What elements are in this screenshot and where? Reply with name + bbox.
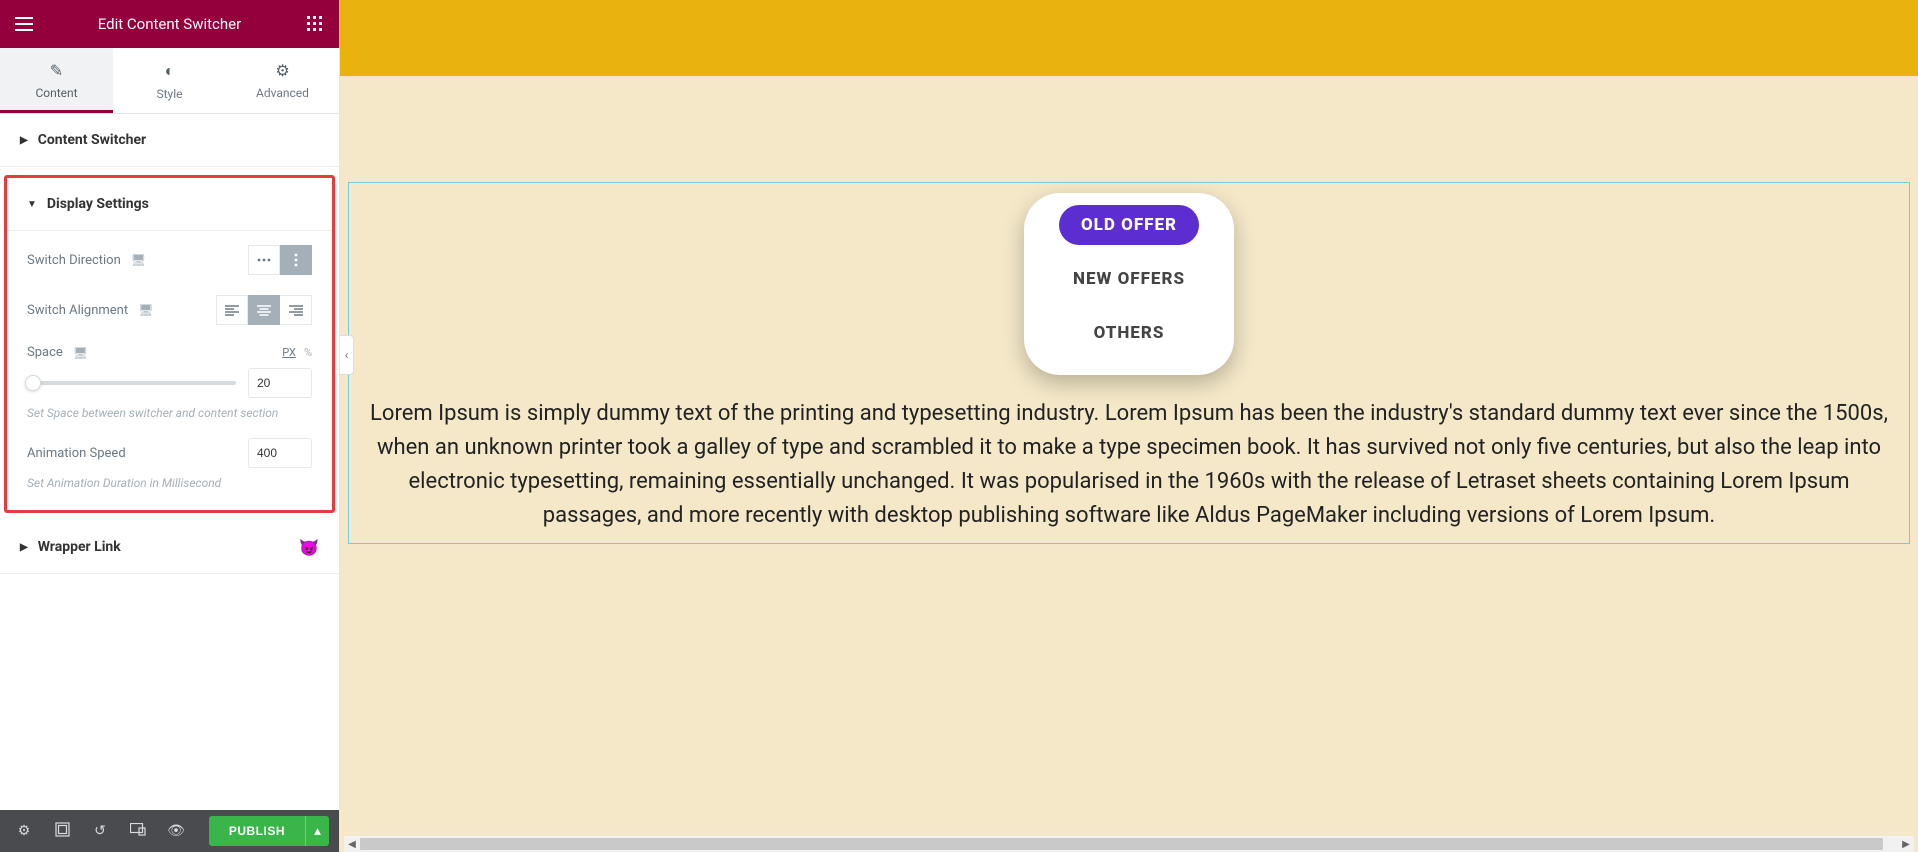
panel-title: Edit Content Switcher xyxy=(98,15,241,33)
space-row: Space 🖥 PX % xyxy=(27,345,312,360)
publish-button[interactable]: PUBLISH xyxy=(209,816,305,846)
sidebar: Edit Content Switcher ✎ Content ◐ Style … xyxy=(0,0,340,852)
section-title: Display Settings xyxy=(47,196,149,212)
pencil-icon: ✎ xyxy=(50,61,63,80)
space-input[interactable] xyxy=(248,368,312,398)
switch-alignment-row: Switch Alignment 🖥 xyxy=(27,295,312,325)
switch-direction-group xyxy=(248,245,312,275)
publish-options-button[interactable]: ▴ xyxy=(305,816,329,846)
direction-vertical-button[interactable] xyxy=(280,245,312,275)
tab-content[interactable]: ✎ Content xyxy=(0,48,113,113)
space-slider-row xyxy=(27,368,312,398)
unit-px[interactable]: PX xyxy=(282,346,296,359)
control-label: Animation Speed xyxy=(27,446,126,461)
caret-right-icon: ▶ xyxy=(20,135,28,146)
switcher-tab-old[interactable]: OLD OFFER xyxy=(1059,205,1199,245)
align-right-button[interactable] xyxy=(280,295,312,325)
gear-icon: ⚙ xyxy=(275,61,289,80)
desktop-icon[interactable]: 🖥 xyxy=(131,253,146,267)
space-hint: Set Space between switcher and content s… xyxy=(27,406,312,420)
control-label: Switch Alignment xyxy=(27,303,128,318)
animation-hint: Set Animation Duration in Millisecond xyxy=(27,476,312,490)
section-display-settings[interactable]: ▼ Display Settings xyxy=(7,178,332,231)
animation-speed-input[interactable] xyxy=(248,438,312,468)
scroll-right-icon[interactable]: ▶ xyxy=(1898,836,1914,852)
navigator-icon[interactable] xyxy=(48,822,76,841)
tab-label: Advanced xyxy=(256,86,309,100)
control-label: Space xyxy=(27,345,63,360)
switch-direction-row: Switch Direction 🖥 xyxy=(27,245,312,275)
editor-canvas: ‹ OLD OFFER NEW OFFERS OTHERS Lorem Ipsu… xyxy=(340,0,1918,852)
display-settings-body: Switch Direction 🖥 xyxy=(7,231,332,510)
menu-icon[interactable] xyxy=(14,14,34,34)
unit-selector: PX % xyxy=(282,346,312,359)
tab-style[interactable]: ◐ Style xyxy=(113,48,226,113)
sidebar-header: Edit Content Switcher xyxy=(0,0,339,48)
content-switcher-widget[interactable]: OLD OFFER NEW OFFERS OTHERS Lorem Ipsum … xyxy=(348,182,1910,544)
section-title: Wrapper Link xyxy=(38,539,121,555)
horizontal-scrollbar[interactable]: ◀ ▶ xyxy=(344,836,1914,852)
control-label: Switch Direction xyxy=(27,253,121,268)
caret-right-icon: ▶ xyxy=(20,542,28,553)
responsive-icon[interactable] xyxy=(124,823,152,840)
history-icon[interactable]: ↺ xyxy=(86,823,114,839)
section-wrapper-link[interactable]: ▶ Wrapper Link 😈 xyxy=(0,521,339,574)
scroll-thumb[interactable] xyxy=(360,838,1883,850)
space-slider[interactable] xyxy=(27,381,236,385)
brand-badge-icon: 😈 xyxy=(299,538,319,557)
sections: ▶ Content Switcher ▼ Display Settings Sw… xyxy=(0,114,339,810)
animation-speed-row: Animation Speed xyxy=(27,438,312,468)
display-settings-highlight: ▼ Display Settings Switch Direction 🖥 xyxy=(4,175,335,513)
tab-label: Content xyxy=(35,86,77,100)
switcher-tab-new[interactable]: NEW OFFERS xyxy=(1051,259,1207,299)
panel-tabs: ✎ Content ◐ Style ⚙ Advanced xyxy=(0,48,339,114)
section-content-switcher[interactable]: ▶ Content Switcher xyxy=(0,114,339,167)
section-title: Content Switcher xyxy=(38,132,146,148)
preview-icon[interactable]: 👁 xyxy=(162,823,190,839)
desktop-icon[interactable]: 🖥 xyxy=(138,303,153,317)
switcher-tab-others[interactable]: OTHERS xyxy=(1072,313,1187,353)
sidebar-footer: ⚙ ↺ 👁 PUBLISH ▴ xyxy=(0,810,339,852)
switcher-content: Lorem Ipsum is simply dummy text of the … xyxy=(351,397,1907,533)
switch-alignment-group xyxy=(216,295,312,325)
align-center-button[interactable] xyxy=(248,295,280,325)
contrast-icon: ◐ xyxy=(165,61,175,81)
settings-icon[interactable]: ⚙ xyxy=(10,823,38,839)
tab-advanced[interactable]: ⚙ Advanced xyxy=(226,48,339,113)
desktop-icon[interactable]: 🖥 xyxy=(73,346,88,360)
unit-percent[interactable]: % xyxy=(304,346,312,359)
apps-icon[interactable] xyxy=(305,14,325,34)
page-header-band xyxy=(340,0,1918,76)
scroll-track[interactable] xyxy=(360,836,1898,852)
direction-horizontal-button[interactable] xyxy=(248,245,280,275)
switcher-tabs: OLD OFFER NEW OFFERS OTHERS xyxy=(1024,193,1234,375)
caret-down-icon: ▼ xyxy=(27,199,37,210)
slider-thumb[interactable] xyxy=(25,375,41,391)
tab-label: Style xyxy=(156,87,182,101)
panel-collapse-handle[interactable]: ‹ xyxy=(340,335,354,375)
align-left-button[interactable] xyxy=(216,295,248,325)
scroll-left-icon[interactable]: ◀ xyxy=(344,836,360,852)
